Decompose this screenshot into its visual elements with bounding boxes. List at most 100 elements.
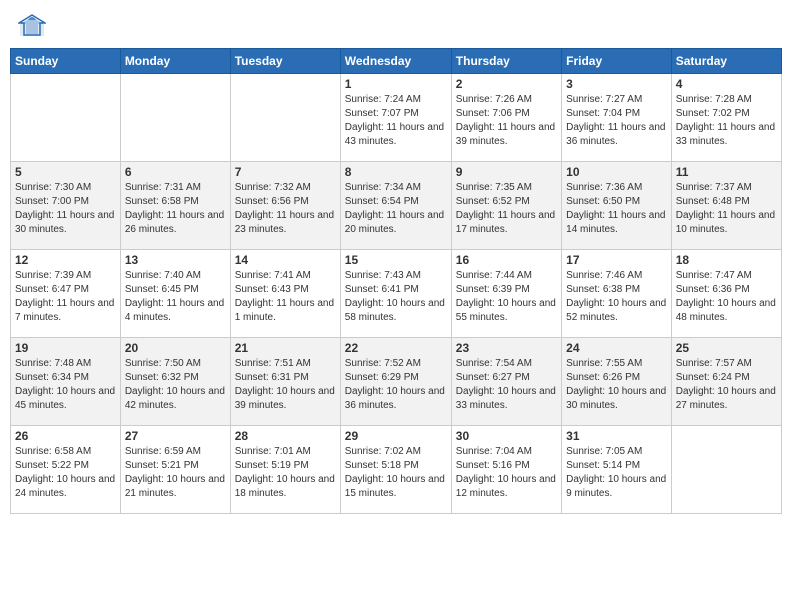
calendar-cell: 1 Sunrise: 7:24 AM Sunset: 7:07 PM Daylig…	[340, 74, 451, 162]
calendar-cell: 3Sunrise: 7:27 AM Sunset: 7:04 PM Daylig…	[562, 74, 672, 162]
day-number: 5	[15, 165, 116, 179]
day-info: Sunrise: 7:48 AM Sunset: 6:34 PM Dayligh…	[15, 357, 116, 413]
calendar-cell: 25 Sunrise: 7:57 AM Sunset: 6:24 PM Dayli…	[671, 338, 781, 426]
day-info: Sunrise: 7:01 AM Sunset: 5:19 PM Dayligh…	[235, 445, 336, 501]
calendar-cell: 13 Sunrise: 7:40 AM Sunset: 6:45 PM Dayli…	[120, 250, 230, 338]
day-number: 4	[676, 77, 777, 91]
day-number: 25	[676, 341, 777, 355]
calendar-cell: 28 Sunrise: 7:01 AM Sunset: 5:19 PM Dayli…	[230, 426, 340, 514]
calendar-cell: 7 Sunrise: 7:32 AM Sunset: 6:56 PM Daylig…	[230, 162, 340, 250]
calendar-cell: 8Sunrise: 7:34 AM Sunset: 6:54 PM Daylig…	[340, 162, 451, 250]
calendar-cell: 12 Sunrise: 7:39 AM Sunset: 6:47 PM Dayli…	[11, 250, 121, 338]
day-info: Sunrise: 7:02 AM Sunset: 5:18 PM Dayligh…	[345, 445, 447, 501]
day-number: 17	[566, 253, 667, 267]
calendar-cell: 9 Sunrise: 7:35 AM Sunset: 6:52 PM Daylig…	[451, 162, 561, 250]
day-number: 15	[345, 253, 447, 267]
calendar-cell: 31 Sunrise: 7:05 AM Sunset: 5:14 PM Dayli…	[562, 426, 672, 514]
day-info: Sunrise: 7:52 AM Sunset: 6:29 PM Dayligh…	[345, 357, 447, 413]
calendar-cell: 20 Sunrise: 7:50 AM Sunset: 6:32 PM Dayli…	[120, 338, 230, 426]
calendar-cell	[230, 74, 340, 162]
day-number: 28	[235, 429, 336, 443]
weekday-header-row: SundayMondayTuesdayWednesdayThursdayFrid…	[11, 49, 782, 74]
calendar-cell: 27 Sunrise: 6:59 AM Sunset: 5:21 PM Dayli…	[120, 426, 230, 514]
day-info: Sunrise: 7:55 AM Sunset: 6:26 PM Dayligh…	[566, 357, 667, 413]
day-info: Sunrise: 7:30 AM Sunset: 7:00 PM Dayligh…	[15, 181, 116, 237]
page-header	[10, 10, 782, 42]
day-info: Sunrise: 7:50 AM Sunset: 6:32 PM Dayligh…	[125, 357, 226, 413]
day-number: 2	[456, 77, 557, 91]
logo	[18, 14, 50, 38]
day-number: 31	[566, 429, 667, 443]
day-number: 18	[676, 253, 777, 267]
day-info: Sunrise: 7:31 AM Sunset: 6:58 PM Dayligh…	[125, 181, 226, 237]
calendar-cell: 23 Sunrise: 7:54 AM Sunset: 6:27 PM Dayli…	[451, 338, 561, 426]
day-info: Sunrise: 7:57 AM Sunset: 6:24 PM Dayligh…	[676, 357, 777, 413]
day-info: Sunrise: 7:43 AM Sunset: 6:41 PM Dayligh…	[345, 269, 447, 325]
calendar-cell: 19 Sunrise: 7:48 AM Sunset: 6:34 PM Dayli…	[11, 338, 121, 426]
calendar-cell: 14 Sunrise: 7:41 AM Sunset: 6:43 PM Dayli…	[230, 250, 340, 338]
calendar-cell: 5 Sunrise: 7:30 AM Sunset: 7:00 PM Daylig…	[11, 162, 121, 250]
day-number: 6	[125, 165, 226, 179]
day-number: 29	[345, 429, 447, 443]
calendar-cell	[11, 74, 121, 162]
day-number: 24	[566, 341, 667, 355]
day-info: Sunrise: 7:44 AM Sunset: 6:39 PM Dayligh…	[456, 269, 557, 325]
weekday-header-wednesday: Wednesday	[340, 49, 451, 74]
calendar-cell: 24 Sunrise: 7:55 AM Sunset: 6:26 PM Dayli…	[562, 338, 672, 426]
day-info: Sunrise: 7:41 AM Sunset: 6:43 PM Dayligh…	[235, 269, 336, 325]
calendar-week-row: 1 Sunrise: 7:24 AM Sunset: 7:07 PM Daylig…	[11, 74, 782, 162]
calendar-cell: 21Sunrise: 7:51 AM Sunset: 6:31 PM Dayli…	[230, 338, 340, 426]
day-number: 1	[345, 77, 447, 91]
day-number: 13	[125, 253, 226, 267]
day-number: 11	[676, 165, 777, 179]
day-number: 12	[15, 253, 116, 267]
weekday-header-friday: Friday	[562, 49, 672, 74]
day-info: Sunrise: 7:24 AM Sunset: 7:07 PM Dayligh…	[345, 93, 447, 149]
day-number: 16	[456, 253, 557, 267]
day-info: Sunrise: 7:46 AM Sunset: 6:38 PM Dayligh…	[566, 269, 667, 325]
day-info: Sunrise: 7:39 AM Sunset: 6:47 PM Dayligh…	[15, 269, 116, 325]
day-info: Sunrise: 7:05 AM Sunset: 5:14 PM Dayligh…	[566, 445, 667, 501]
calendar-cell	[120, 74, 230, 162]
calendar-cell: 10Sunrise: 7:36 AM Sunset: 6:50 PM Dayli…	[562, 162, 672, 250]
calendar-cell: 17 Sunrise: 7:46 AM Sunset: 6:38 PM Dayli…	[562, 250, 672, 338]
calendar-cell: 6 Sunrise: 7:31 AM Sunset: 6:58 PM Daylig…	[120, 162, 230, 250]
day-number: 9	[456, 165, 557, 179]
day-info: Sunrise: 7:35 AM Sunset: 6:52 PM Dayligh…	[456, 181, 557, 237]
calendar-week-row: 26Sunrise: 6:58 AM Sunset: 5:22 PM Dayli…	[11, 426, 782, 514]
weekday-header-thursday: Thursday	[451, 49, 561, 74]
day-info: Sunrise: 6:58 AM Sunset: 5:22 PM Dayligh…	[15, 445, 116, 501]
day-number: 7	[235, 165, 336, 179]
calendar-week-row: 19 Sunrise: 7:48 AM Sunset: 6:34 PM Dayli…	[11, 338, 782, 426]
day-info: Sunrise: 7:54 AM Sunset: 6:27 PM Dayligh…	[456, 357, 557, 413]
day-info: Sunrise: 6:59 AM Sunset: 5:21 PM Dayligh…	[125, 445, 226, 501]
day-number: 22	[345, 341, 447, 355]
day-number: 3	[566, 77, 667, 91]
day-number: 14	[235, 253, 336, 267]
day-info: Sunrise: 7:37 AM Sunset: 6:48 PM Dayligh…	[676, 181, 777, 237]
day-number: 8	[345, 165, 447, 179]
day-info: Sunrise: 7:04 AM Sunset: 5:16 PM Dayligh…	[456, 445, 557, 501]
calendar-cell: 11 Sunrise: 7:37 AM Sunset: 6:48 PM Dayli…	[671, 162, 781, 250]
calendar-cell: 4 Sunrise: 7:28 AM Sunset: 7:02 PM Daylig…	[671, 74, 781, 162]
weekday-header-tuesday: Tuesday	[230, 49, 340, 74]
day-info: Sunrise: 7:28 AM Sunset: 7:02 PM Dayligh…	[676, 93, 777, 149]
weekday-header-saturday: Saturday	[671, 49, 781, 74]
calendar-cell: 2 Sunrise: 7:26 AM Sunset: 7:06 PM Daylig…	[451, 74, 561, 162]
day-number: 21	[235, 341, 336, 355]
calendar-cell: 29 Sunrise: 7:02 AM Sunset: 5:18 PM Dayli…	[340, 426, 451, 514]
day-info: Sunrise: 7:36 AM Sunset: 6:50 PM Dayligh…	[566, 181, 667, 237]
calendar-cell: 16 Sunrise: 7:44 AM Sunset: 6:39 PM Dayli…	[451, 250, 561, 338]
day-info: Sunrise: 7:26 AM Sunset: 7:06 PM Dayligh…	[456, 93, 557, 149]
day-number: 27	[125, 429, 226, 443]
day-number: 23	[456, 341, 557, 355]
day-info: Sunrise: 7:47 AM Sunset: 6:36 PM Dayligh…	[676, 269, 777, 325]
day-info: Sunrise: 7:40 AM Sunset: 6:45 PM Dayligh…	[125, 269, 226, 325]
calendar-cell: 15 Sunrise: 7:43 AM Sunset: 6:41 PM Dayli…	[340, 250, 451, 338]
weekday-header-monday: Monday	[120, 49, 230, 74]
calendar-cell: 30Sunrise: 7:04 AM Sunset: 5:16 PM Dayli…	[451, 426, 561, 514]
day-info: Sunrise: 7:32 AM Sunset: 6:56 PM Dayligh…	[235, 181, 336, 237]
day-number: 19	[15, 341, 116, 355]
day-number: 20	[125, 341, 226, 355]
calendar-cell: 26Sunrise: 6:58 AM Sunset: 5:22 PM Dayli…	[11, 426, 121, 514]
